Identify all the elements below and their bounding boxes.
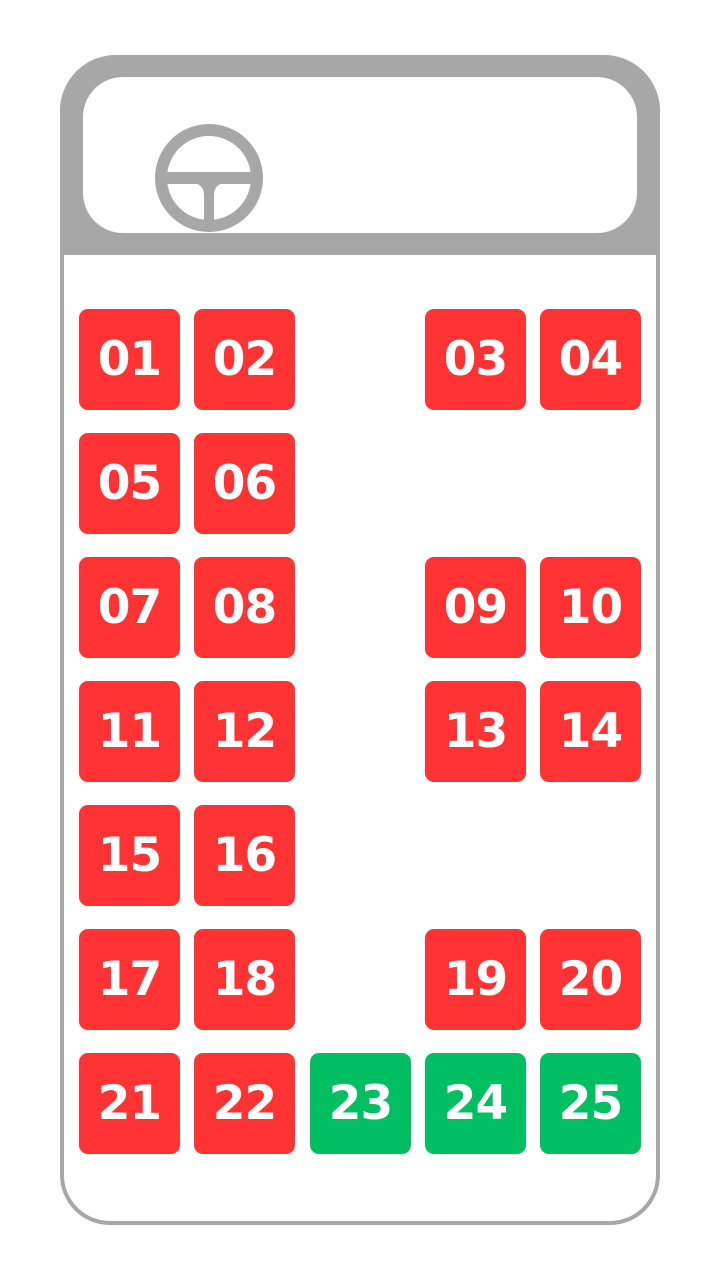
seat-07-taken[interactable]: 07 — [79, 557, 180, 658]
seat-24-available[interactable]: 24 — [425, 1053, 526, 1154]
seat-18-taken[interactable]: 18 — [194, 929, 295, 1030]
seat-12-taken[interactable]: 12 — [194, 681, 295, 782]
seat-05-taken[interactable]: 05 — [79, 433, 180, 534]
seat-10-taken[interactable]: 10 — [540, 557, 641, 658]
seat-25-available[interactable]: 25 — [540, 1053, 641, 1154]
seat-22-taken[interactable]: 22 — [194, 1053, 295, 1154]
seat-11-taken[interactable]: 11 — [79, 681, 180, 782]
seat-04-taken[interactable]: 04 — [540, 309, 641, 410]
seat-06-taken[interactable]: 06 — [194, 433, 295, 534]
seat-21-taken[interactable]: 21 — [79, 1053, 180, 1154]
seat-03-taken[interactable]: 03 — [425, 309, 526, 410]
seat-15-taken[interactable]: 15 — [79, 805, 180, 906]
seat-08-taken[interactable]: 08 — [194, 557, 295, 658]
seat-23-available[interactable]: 23 — [310, 1053, 411, 1154]
seat-13-taken[interactable]: 13 — [425, 681, 526, 782]
steering-wheel-icon — [155, 124, 263, 232]
driver-cabin — [60, 55, 660, 255]
seat-17-taken[interactable]: 17 — [79, 929, 180, 1030]
seat-20-taken[interactable]: 20 — [540, 929, 641, 1030]
seat-16-taken[interactable]: 16 — [194, 805, 295, 906]
seat-02-taken[interactable]: 02 — [194, 309, 295, 410]
driver-area — [83, 77, 637, 233]
seat-01-taken[interactable]: 01 — [79, 309, 180, 410]
seat-09-taken[interactable]: 09 — [425, 557, 526, 658]
seat-14-taken[interactable]: 14 — [540, 681, 641, 782]
seat-19-taken[interactable]: 19 — [425, 929, 526, 1030]
